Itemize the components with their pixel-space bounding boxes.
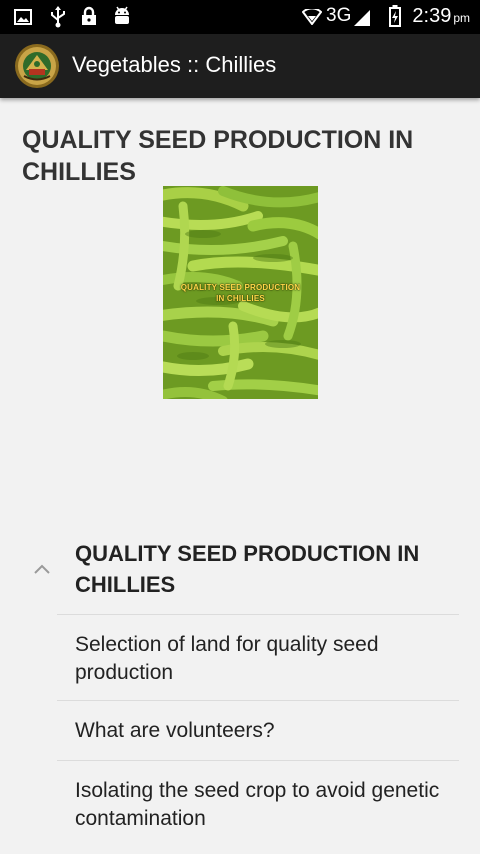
- chevron-up-icon[interactable]: [32, 562, 52, 576]
- toc-item-label: Isolating the seed crop to avoid genetic…: [75, 779, 440, 830]
- app-bar: Vegetables :: Chillies: [0, 34, 480, 98]
- battery-charging-icon: [389, 5, 401, 27]
- toc-item-volunteers[interactable]: What are volunteers?: [57, 700, 459, 761]
- cover-image: QUALITY SEED PRODUCTION IN CHILLIES: [163, 186, 318, 399]
- wifi-alt-icon: [302, 9, 322, 25]
- toc-item-isolation[interactable]: Isolating the seed crop to avoid genetic…: [57, 760, 459, 851]
- lock-icon: [82, 6, 96, 25]
- signal-icon: [354, 10, 370, 26]
- image-icon: [14, 9, 32, 25]
- clock: 2:39 pm: [412, 5, 470, 27]
- university-emblem-icon[interactable]: [14, 43, 60, 89]
- toc-item-land-selection[interactable]: Selection of land for quality seed produ…: [57, 614, 459, 701]
- toc-section-header[interactable]: QUALITY SEED PRODUCTION IN CHILLIES: [0, 532, 480, 614]
- app-title: Vegetables :: Chillies: [72, 52, 277, 77]
- status-bar: 3G 2:39 pm: [0, 0, 480, 34]
- toc-item-label: What are volunteers?: [75, 719, 275, 742]
- android-icon: [115, 6, 129, 24]
- page-heading: QUALITY SEED PRODUCTION IN CHILLIES: [22, 126, 414, 186]
- toc-item-label: Selection of land for quality seed produ…: [75, 633, 379, 684]
- cover-caption: QUALITY SEED PRODUCTION IN CHILLIES: [180, 283, 301, 303]
- toc-title: QUALITY SEED PRODUCTION IN CHILLIES: [75, 541, 420, 597]
- main-content: QUALITY SEED PRODUCTION IN CHILLIES QUAL…: [0, 98, 480, 854]
- usb-icon: [51, 6, 65, 28]
- network-type: 3G: [326, 5, 352, 26]
